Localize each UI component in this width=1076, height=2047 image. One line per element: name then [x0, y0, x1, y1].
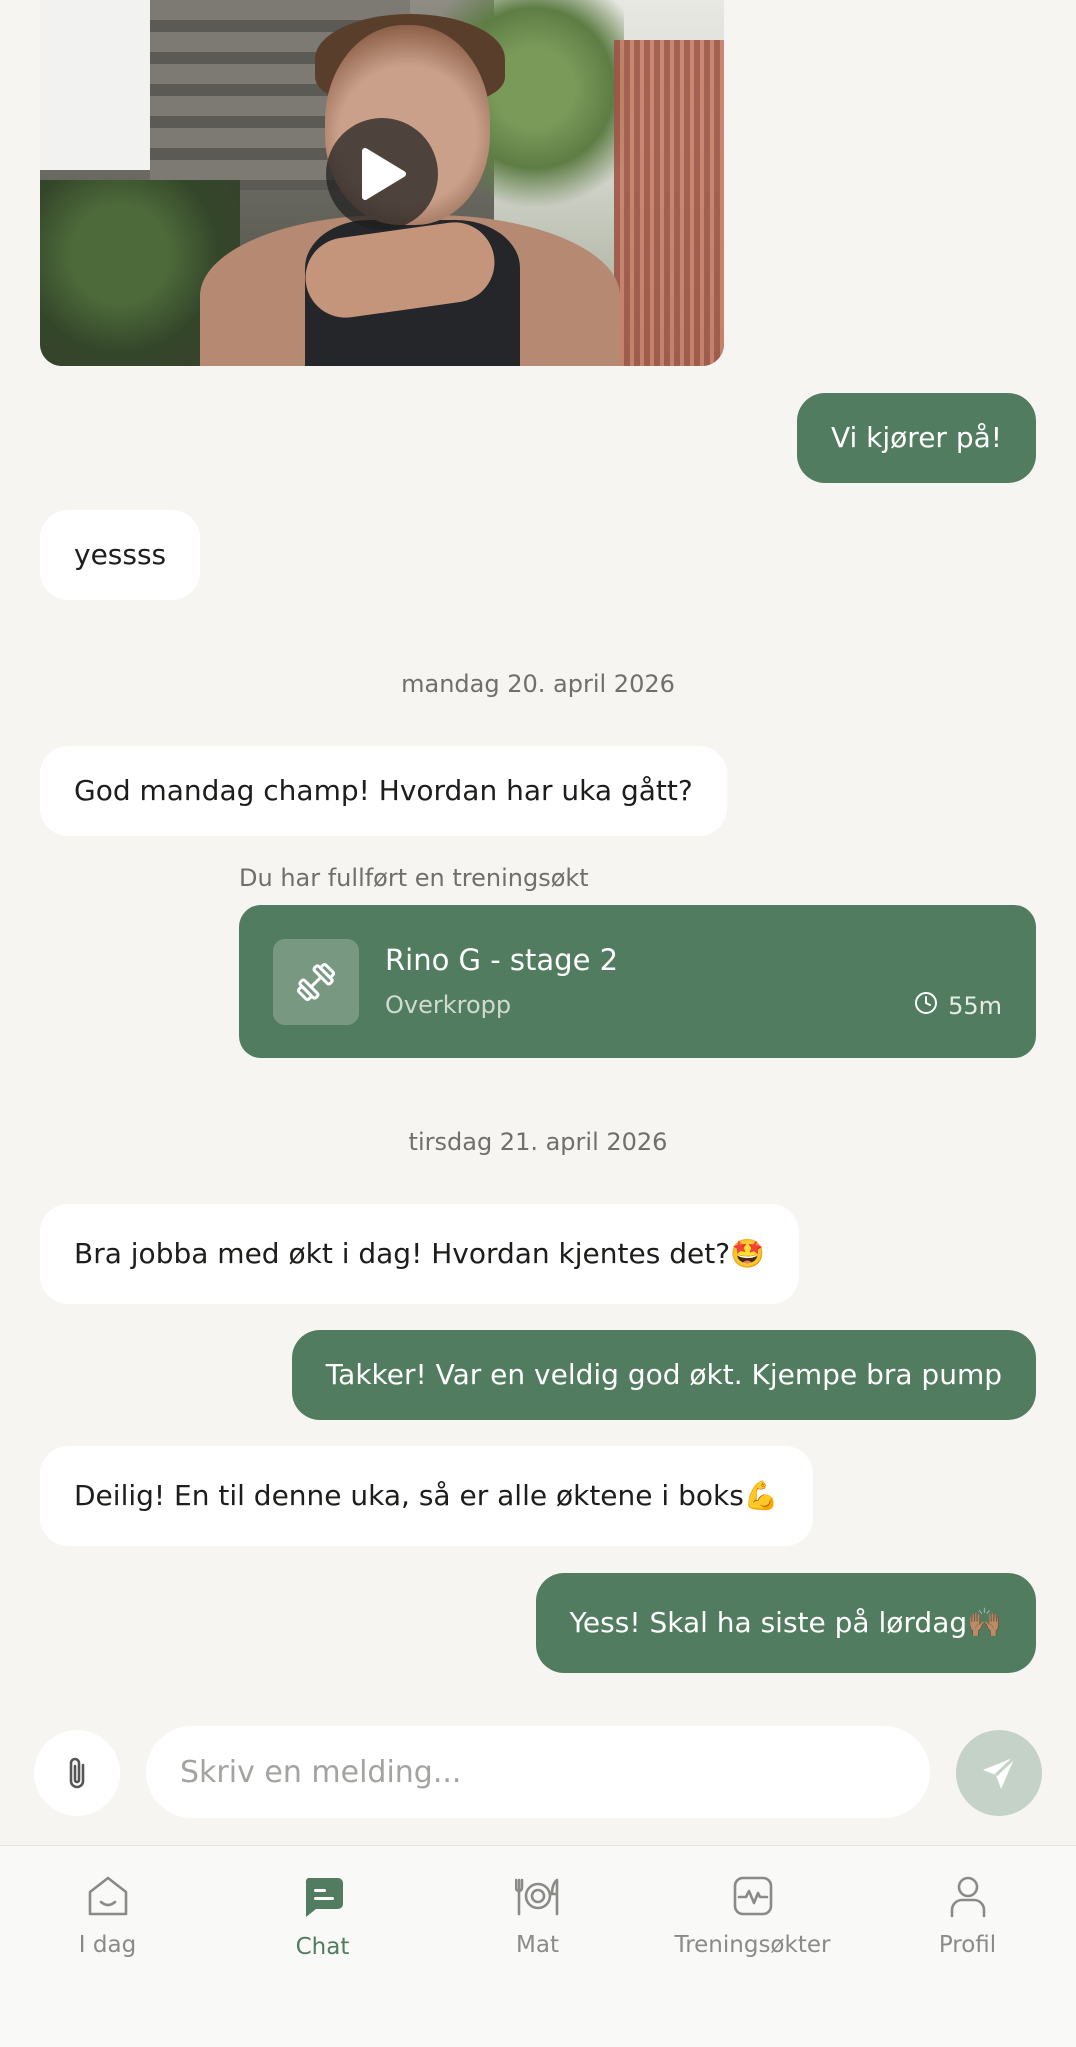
message-input[interactable] — [146, 1726, 930, 1818]
date-separator: mandag 20. april 2026 — [401, 670, 675, 698]
send-icon — [983, 1755, 1017, 1789]
workout-title: Rino G - stage 2 — [385, 943, 619, 977]
workout-completed-label: Du har fullført en treningsøkt — [239, 864, 589, 892]
video-message[interactable] — [40, 0, 724, 366]
chat-icon — [305, 1878, 343, 1917]
activity-icon — [733, 1876, 772, 1916]
tab-profil[interactable]: Profil — [860, 1874, 1075, 1958]
play-icon[interactable] — [326, 118, 438, 230]
tab-treningsokter[interactable]: Treningsøkter — [645, 1874, 860, 1958]
message-outgoing: Vi kjører på! — [796, 393, 1036, 483]
send-button[interactable] — [956, 1730, 1042, 1816]
tab-chat[interactable]: Chat — [215, 1874, 430, 1960]
plate-icon — [514, 1878, 558, 1916]
profile-icon — [950, 1876, 985, 1918]
tab-bar: I dag Chat Mat Treningsøkter Profil — [0, 1845, 1076, 2047]
dumbbell-icon — [273, 939, 359, 1025]
attach-button[interactable] — [34, 1730, 120, 1816]
message-incoming: yessss — [40, 510, 201, 600]
clock-icon — [914, 991, 938, 1021]
tab-i-dag[interactable]: I dag — [0, 1874, 215, 1958]
message-outgoing: Takker! Var en veldig god økt. Kjempe br… — [291, 1330, 1036, 1420]
tab-mat[interactable]: Mat — [430, 1874, 645, 1958]
message-incoming: Deilig! En til denne uka, så er alle økt… — [40, 1446, 813, 1546]
date-separator: tirsdag 21. april 2026 — [408, 1128, 668, 1156]
message-incoming: Bra jobba med økt i dag! Hvordan kjentes… — [40, 1204, 799, 1304]
message-outgoing: Yess! Skal ha siste på lørdag🙌🏽 — [535, 1573, 1036, 1673]
workout-subtitle: Overkropp — [385, 991, 512, 1019]
home-icon — [88, 1876, 127, 1916]
workout-card[interactable]: Rino G - stage 2 Overkropp 55m — [239, 905, 1036, 1058]
message-incoming: God mandag champ! Hvordan har uka gått? — [40, 746, 727, 836]
chat-screen: Vi kjører på! yessss mandag 20. april 20… — [0, 0, 1076, 2047]
paperclip-icon — [69, 1757, 85, 1789]
workout-duration: 55m — [914, 991, 1002, 1021]
